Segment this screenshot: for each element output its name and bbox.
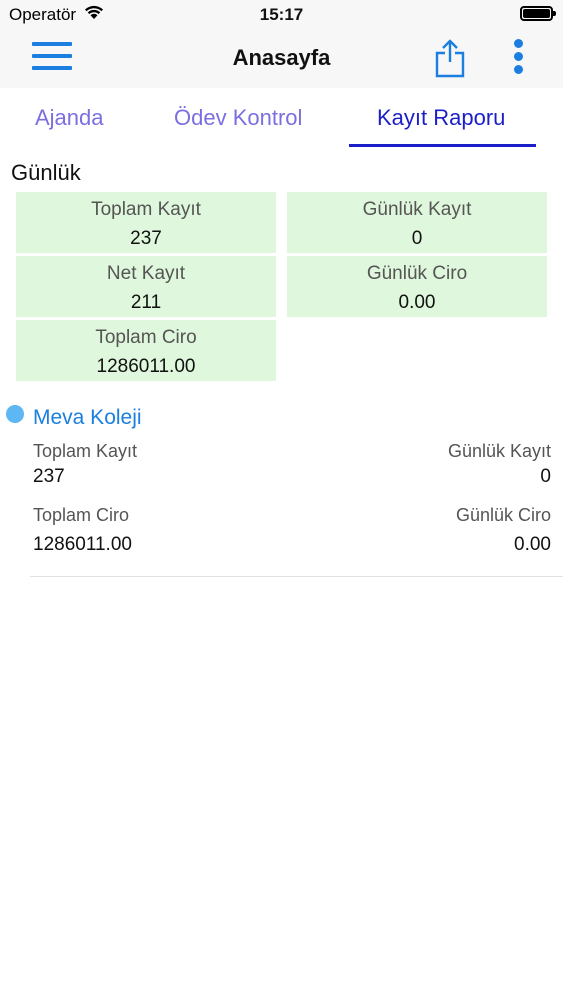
stat-card-gunluk-kayit: Günlük Kayıt 0 bbox=[287, 192, 547, 253]
school-gunluk-ciro-label: Günlük Ciro bbox=[455, 505, 551, 525]
navigation-bar: Anasayfa bbox=[0, 30, 563, 88]
school-toplam-ciro-label: Toplam Ciro bbox=[33, 505, 130, 525]
stat-value: 0.00 bbox=[398, 292, 436, 313]
tab-odev-kontrol[interactable]: Ödev Kontrol bbox=[174, 105, 302, 131]
school-gunluk-ciro-value: 0.00 bbox=[514, 534, 551, 555]
stat-label: Toplam Ciro bbox=[95, 327, 197, 348]
share-icon[interactable] bbox=[434, 38, 466, 78]
status-time: 15:17 bbox=[259, 5, 304, 24]
stat-card-net-kayit: Net Kayıt 211 bbox=[16, 256, 276, 317]
school-toplam-kayit-value: 237 bbox=[33, 466, 65, 487]
tab-bar: Ajanda Ödev Kontrol Kayıt Raporu bbox=[0, 88, 563, 148]
tab-kayit-raporu[interactable]: Kayıt Raporu bbox=[377, 105, 505, 131]
school-toplam-ciro-value: 1286011.00 bbox=[33, 534, 132, 555]
status-bar: Operatör 15:17 bbox=[0, 0, 563, 30]
tab-ajanda[interactable]: Ajanda bbox=[35, 105, 104, 131]
stat-card-toplam-ciro: Toplam Ciro 1286011.00 bbox=[16, 320, 276, 381]
stat-value: 1286011.00 bbox=[96, 356, 196, 377]
active-tab-indicator bbox=[349, 144, 536, 147]
list-divider bbox=[30, 576, 563, 577]
stat-label: Günlük Ciro bbox=[366, 263, 468, 284]
stat-label: Toplam Kayıt bbox=[91, 199, 201, 220]
page-title: Anasayfa bbox=[232, 45, 331, 70]
school-gunluk-kayit-value: 0 bbox=[540, 466, 551, 487]
stat-value: 211 bbox=[130, 292, 162, 313]
more-vertical-icon[interactable] bbox=[512, 39, 526, 75]
battery-icon bbox=[520, 6, 556, 21]
school-toplam-kayit-label: Toplam Kayıt bbox=[33, 441, 138, 461]
stat-card-toplam-kayit: Toplam Kayıt 237 bbox=[16, 192, 276, 253]
stat-value: 237 bbox=[130, 228, 162, 249]
stat-label: Günlük Kayıt bbox=[362, 199, 472, 220]
stat-value: 0 bbox=[411, 228, 423, 249]
stat-card-gunluk-ciro: Günlük Ciro 0.00 bbox=[287, 256, 547, 317]
school-gunluk-kayit-label: Günlük Kayıt bbox=[447, 441, 551, 461]
stat-label: Net Kayıt bbox=[106, 263, 186, 284]
section-title-gunluk: Günlük bbox=[11, 160, 81, 185]
school-status-dot bbox=[6, 405, 24, 423]
school-name[interactable]: Meva Koleji bbox=[33, 406, 142, 430]
